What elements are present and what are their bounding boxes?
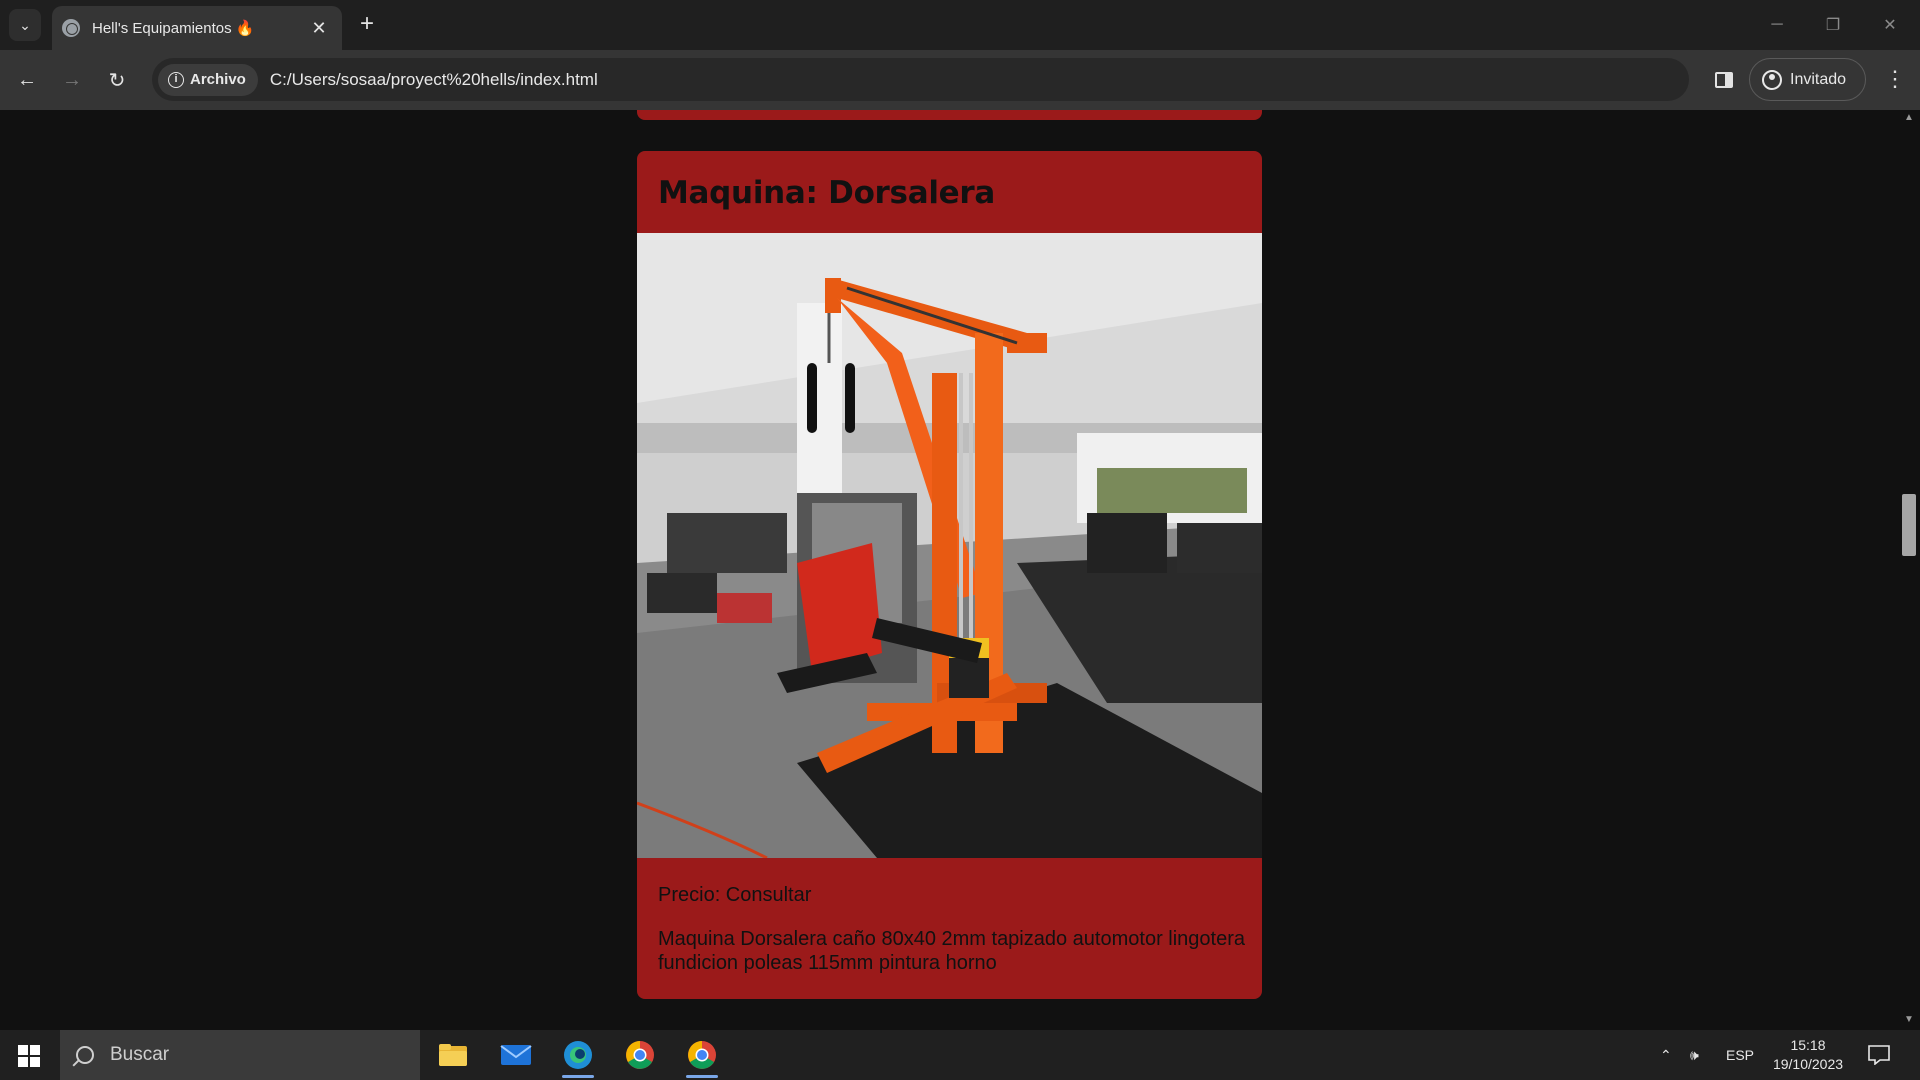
profile-button[interactable]: Invitado bbox=[1749, 58, 1866, 101]
reload-button[interactable]: ↻ bbox=[101, 64, 133, 96]
close-tab-icon[interactable]: ✕ bbox=[308, 18, 330, 39]
mail-icon bbox=[500, 1045, 532, 1065]
language-indicator[interactable]: ESP bbox=[1726, 1030, 1754, 1080]
tab-search-button[interactable]: ⌄ bbox=[9, 9, 41, 41]
globe-icon bbox=[62, 19, 80, 37]
address-bar[interactable]: i Archivo C:/Users/sosaa/proyect%20hells… bbox=[152, 58, 1689, 101]
folder-icon bbox=[439, 1044, 467, 1066]
minimize-icon: ─ bbox=[1771, 16, 1783, 33]
new-tab-button[interactable]: + bbox=[354, 12, 380, 38]
edge-icon bbox=[564, 1041, 592, 1069]
product-card: Maquina: Dorsalera Precio: Consultar Maq… bbox=[637, 151, 1262, 999]
taskbar-search-placeholder: Buscar bbox=[110, 1044, 170, 1065]
side-panel-icon bbox=[1715, 72, 1733, 88]
page-scrollbar[interactable]: ▲ ▼ bbox=[1898, 110, 1920, 1030]
profile-icon bbox=[1762, 69, 1782, 90]
tab-title: Hell's Equipamientos 🔥 bbox=[92, 20, 255, 37]
scroll-thumb[interactable] bbox=[1902, 494, 1916, 556]
reload-icon: ↻ bbox=[108, 69, 126, 92]
profile-label: Invitado bbox=[1790, 70, 1847, 88]
chrome-app[interactable] bbox=[612, 1030, 668, 1080]
product-title: Maquina: Dorsalera bbox=[658, 175, 995, 211]
more-vert-icon: ⋮ bbox=[1884, 66, 1906, 91]
previous-product-card bbox=[637, 110, 1262, 120]
windows-start-icon[interactable] bbox=[18, 1045, 40, 1067]
close-icon: ✕ bbox=[1883, 17, 1897, 34]
taskbar-clock[interactable]: 15:18 19/10/2023 bbox=[1762, 1036, 1854, 1074]
tab-strip: ⌄ Hell's Equipamientos 🔥 ✕ + ─ ❐ ✕ bbox=[0, 0, 1920, 50]
scroll-down-icon[interactable]: ▼ bbox=[1903, 1014, 1915, 1026]
close-window-button[interactable]: ✕ bbox=[1862, 0, 1918, 50]
restore-button[interactable]: ❐ bbox=[1805, 0, 1861, 50]
notification-icon bbox=[1868, 1045, 1890, 1065]
site-info-label: Archivo bbox=[190, 71, 246, 88]
url-text[interactable]: C:/Users/sosaa/proyect%20hells/index.htm… bbox=[270, 70, 598, 90]
side-panel-button[interactable] bbox=[1708, 64, 1740, 96]
arrow-left-icon: ← bbox=[17, 68, 37, 91]
browser-menu-button[interactable]: ⋮ bbox=[1880, 64, 1910, 96]
windows-taskbar: Buscar ⌃ 🕪 ESP 15:18 19/10/2023 bbox=[0, 1030, 1920, 1080]
minimize-button[interactable]: ─ bbox=[1749, 0, 1805, 50]
chrome-icon bbox=[688, 1041, 716, 1069]
arrow-right-icon: → bbox=[62, 68, 82, 91]
info-icon: i bbox=[168, 71, 184, 88]
active-indicator bbox=[562, 1075, 594, 1078]
language-label: ESP bbox=[1726, 1047, 1755, 1063]
chevron-up-icon: ⌃ bbox=[1660, 1046, 1672, 1063]
show-hidden-icons[interactable]: ⌃ bbox=[1660, 1030, 1672, 1080]
browser-tab[interactable]: Hell's Equipamientos 🔥 ✕ bbox=[52, 6, 342, 50]
gym-machine-image bbox=[637, 233, 1262, 858]
volume-button[interactable]: 🕪 bbox=[1690, 1030, 1699, 1080]
taskbar-search[interactable]: Buscar bbox=[60, 1030, 420, 1080]
forward-button[interactable]: → bbox=[56, 64, 88, 96]
site-info-chip[interactable]: i Archivo bbox=[158, 63, 258, 96]
file-explorer-app[interactable] bbox=[425, 1030, 481, 1080]
restore-icon: ❐ bbox=[1825, 17, 1841, 34]
edge-app[interactable] bbox=[550, 1030, 606, 1080]
product-photo bbox=[637, 233, 1262, 858]
notifications-button[interactable] bbox=[1868, 1030, 1890, 1080]
chrome-guest-app[interactable] bbox=[674, 1030, 730, 1080]
clock-time: 15:18 bbox=[1790, 1037, 1826, 1053]
chrome-icon bbox=[626, 1041, 654, 1069]
browser-toolbar: ← → ↻ i Archivo C:/Users/sosaa/proyect%2… bbox=[0, 50, 1920, 110]
scroll-up-icon[interactable]: ▲ bbox=[1903, 112, 1915, 124]
page-viewport: Maquina: Dorsalera Precio: Consultar Maq… bbox=[0, 110, 1920, 1030]
active-indicator bbox=[686, 1075, 718, 1078]
back-button[interactable]: ← bbox=[11, 64, 43, 96]
chevron-down-icon: ⌄ bbox=[19, 16, 31, 33]
product-description: Maquina Dorsalera caño 80x40 2mm tapizad… bbox=[658, 928, 1246, 974]
speaker-icon: 🕪 bbox=[1690, 1046, 1699, 1063]
product-price: Precio: Consultar bbox=[658, 884, 812, 906]
mail-app[interactable] bbox=[488, 1030, 544, 1080]
search-icon bbox=[76, 1046, 94, 1064]
clock-date: 19/10/2023 bbox=[1772, 1056, 1844, 1072]
